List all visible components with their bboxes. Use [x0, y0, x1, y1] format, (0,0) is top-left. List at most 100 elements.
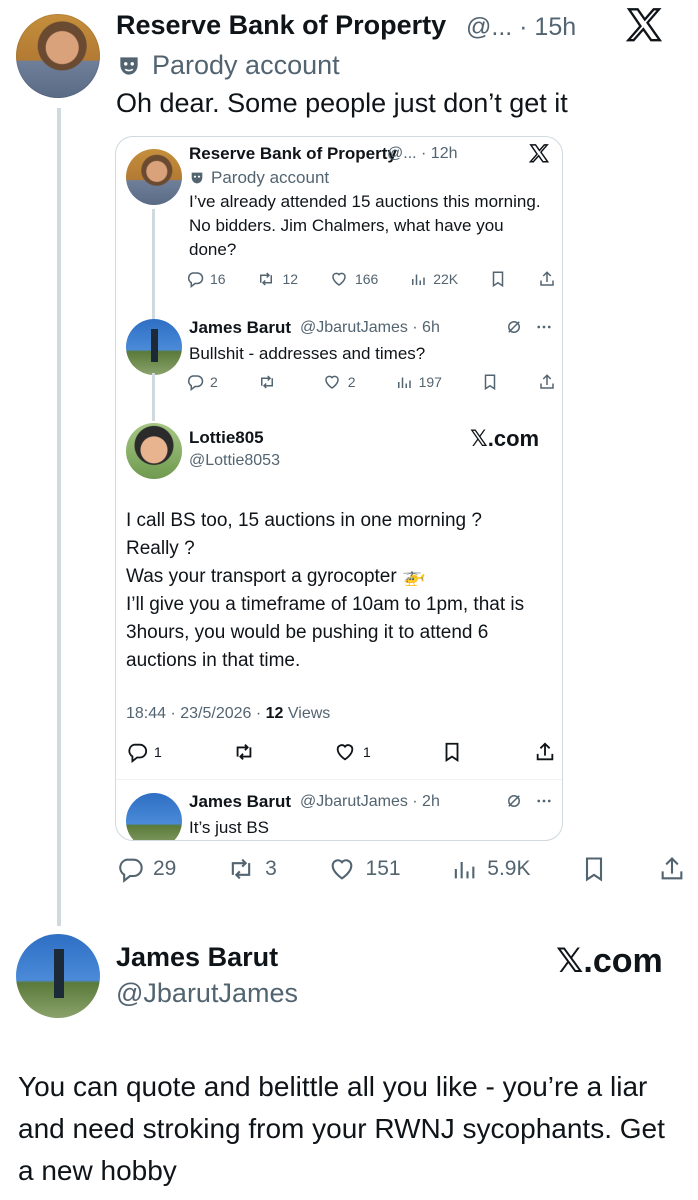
author-handle-time[interactable]: @... · 15h	[466, 13, 576, 42]
parody-label-row: Parody account	[116, 50, 340, 81]
views-count: 12	[265, 705, 284, 722]
views-button[interactable]: 197	[395, 373, 442, 391]
repost-icon	[260, 272, 273, 286]
parody-label-row: Parody account	[189, 168, 329, 188]
like-button[interactable]: 166	[329, 270, 378, 288]
parody-label: Parody account	[152, 50, 340, 80]
reply-icon	[128, 743, 148, 763]
author-name[interactable]: James Barut	[189, 318, 291, 338]
author-handle[interactable]: @JbarutJames	[116, 978, 298, 1009]
reply-button[interactable]: 2	[186, 373, 218, 391]
views-icon	[412, 274, 425, 285]
repost-icon	[231, 858, 251, 880]
author-handle-time[interactable]: @JbarutJames · 2h	[300, 793, 440, 811]
share-icon[interactable]	[538, 270, 556, 288]
repost-count: 12	[282, 271, 299, 287]
tweet-text: I call BS too, 15 auctions in one mornin…	[126, 507, 556, 675]
bookmark-icon[interactable]	[441, 741, 463, 763]
tweet-actions: 1 1	[126, 741, 556, 763]
author-handle[interactable]: @Lottie8053	[189, 452, 280, 470]
author-name[interactable]: Reserve Bank of Property	[189, 144, 397, 164]
repost-icon	[237, 744, 252, 760]
avatar-james-barut[interactable]	[126, 319, 182, 375]
avatar-reserve-bank[interactable]	[16, 14, 100, 98]
views-button[interactable]: 22K	[409, 270, 458, 288]
like-button[interactable]: 151	[327, 855, 401, 883]
reply-icon	[187, 272, 204, 288]
share-icon[interactable]	[534, 741, 556, 763]
parody-mask-icon	[120, 56, 138, 75]
repost-button[interactable]	[232, 741, 262, 763]
timestamp[interactable]: 18:44 · 23/5/2026 ·	[126, 705, 266, 722]
bookmark-icon[interactable]	[489, 270, 507, 288]
tweet-text-line: I’ll give you a timeframe of 10am to 1pm…	[126, 594, 525, 671]
bookmark-icon[interactable]	[481, 373, 499, 391]
grok-icon[interactable]	[505, 318, 523, 336]
tweet-text: Bullshit - addresses and times?	[189, 344, 426, 363]
like-button[interactable]: 1	[333, 741, 371, 763]
views-icon	[455, 862, 475, 879]
thread-line	[152, 373, 155, 421]
reply-count: 1	[154, 744, 162, 760]
heart-icon	[325, 375, 339, 389]
views-button[interactable]: 5.9K	[450, 855, 531, 883]
views-icon	[397, 377, 411, 388]
repost-count: 3	[265, 857, 277, 880]
x-logo-icon[interactable]	[528, 143, 550, 165]
heart-icon	[331, 859, 352, 880]
like-button[interactable]: 2	[322, 373, 356, 391]
avatar-james-barut[interactable]	[16, 934, 100, 1018]
like-count: 1	[362, 744, 371, 760]
reply-button[interactable]: 1	[126, 741, 162, 763]
tweet-header-icons	[505, 792, 553, 810]
reply-count: 2	[210, 374, 218, 390]
tweet-text-line: Was your transport a gyrocopter 🚁	[126, 566, 426, 587]
divider	[116, 779, 562, 780]
grok-icon[interactable]	[505, 792, 523, 810]
tweet-actions: 16 12 166 22K	[186, 270, 556, 288]
author-name[interactable]: James Barut	[189, 792, 291, 812]
author-handle-time[interactable]: @JbarutJames · 6h	[300, 319, 440, 337]
tweet-text: I’ve already attended 15 auctions this m…	[189, 192, 541, 259]
repost-button[interactable]: 12	[256, 270, 298, 288]
reply-button[interactable]: 29	[116, 855, 176, 883]
x-com-wordmark: 𝕏.com	[556, 942, 663, 980]
author-name[interactable]: Lottie805	[189, 428, 264, 448]
avatar-reserve-bank[interactable]	[126, 149, 182, 205]
repost-button[interactable]: 3	[226, 855, 277, 883]
reply-count: 16	[210, 271, 226, 287]
reply-icon	[119, 858, 143, 883]
reply-button[interactable]: 16	[186, 270, 226, 288]
repost-button[interactable]	[257, 373, 283, 391]
like-count: 2	[347, 374, 356, 390]
more-icon[interactable]	[535, 792, 553, 810]
tweet-header-icons	[505, 318, 553, 336]
tweet-text-line: I call BS too, 15 auctions in one mornin…	[126, 510, 482, 531]
tweet-actions: 29 3 151 5.9K	[116, 855, 686, 883]
bookmark-icon[interactable]	[580, 855, 608, 883]
tweet-text: It’s just BS	[189, 818, 269, 837]
share-icon[interactable]	[538, 373, 556, 391]
thread-line	[152, 209, 155, 321]
like-count: 166	[354, 271, 379, 287]
quoted-tweet-card[interactable]: Reserve Bank of Property @... · 12h Paro…	[115, 136, 563, 841]
repost-icon	[260, 375, 273, 389]
heart-icon	[332, 272, 346, 286]
x-com-wordmark: 𝕏.com	[470, 426, 540, 451]
views-count: 5.9K	[487, 857, 531, 880]
x-logo-icon[interactable]	[624, 6, 664, 46]
tweet-text: You can quote and belittle all you like …	[18, 1071, 665, 1186]
avatar-lottie805[interactable]	[126, 423, 182, 479]
tweet-text-line: Really ?	[126, 538, 195, 559]
parody-label: Parody account	[211, 168, 330, 187]
tweet-timestamp: 18:44 · 23/5/2026 · 12 Views	[126, 705, 330, 723]
author-handle-time[interactable]: @... · 12h	[387, 145, 458, 163]
like-count: 151	[365, 857, 401, 880]
share-icon[interactable]	[658, 855, 686, 883]
author-name[interactable]: Reserve Bank of Property	[116, 10, 446, 41]
views-count: 22K	[433, 271, 459, 287]
views-count: 197	[418, 374, 442, 390]
author-name[interactable]: James Barut	[116, 942, 278, 973]
more-icon[interactable]	[535, 318, 553, 336]
avatar-james-barut[interactable]	[126, 793, 182, 840]
